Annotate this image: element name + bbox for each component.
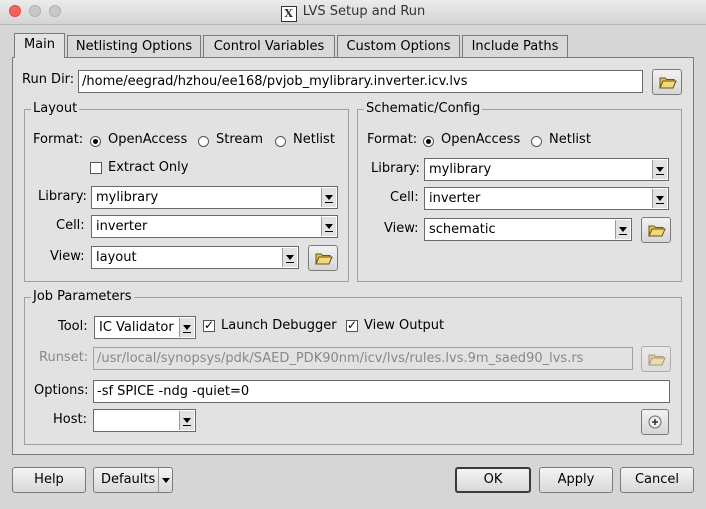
folder-open-icon	[648, 354, 666, 366]
layout-library-select[interactable]: mylibrary	[91, 186, 338, 209]
chevron-down-icon	[179, 411, 194, 430]
schematic-browse-button[interactable]	[641, 217, 671, 243]
view-output-label: View Output	[364, 318, 445, 333]
runset-label: Runset:	[39, 350, 89, 365]
schematic-library-select[interactable]: mylibrary	[424, 158, 669, 181]
chevron-down-icon	[321, 217, 336, 236]
schematic-cell-select[interactable]: inverter	[424, 187, 669, 210]
options-label: Options:	[34, 383, 89, 398]
layout-cell-select[interactable]: inverter	[91, 215, 338, 238]
extract-only-checkbox[interactable]	[90, 162, 102, 174]
run-dir-browse-button[interactable]	[652, 69, 682, 95]
layout-format-stream-label: Stream	[216, 132, 264, 147]
tab-main[interactable]: Main	[14, 33, 65, 58]
layout-cell-label: Cell:	[56, 218, 85, 233]
schematic-format-netlist-radio[interactable]	[531, 136, 542, 147]
job-parameters-title: Job Parameters	[31, 289, 134, 304]
tool-label: Tool:	[58, 319, 88, 334]
chevron-down-icon	[179, 318, 194, 337]
tab-include-paths[interactable]: Include Paths	[462, 35, 568, 57]
layout-format-netlist-radio[interactable]	[275, 136, 286, 147]
schematic-format-openaccess-radio[interactable]	[423, 136, 434, 147]
run-dir-label: Run Dir:	[22, 72, 75, 87]
schematic-view-select[interactable]: schematic	[424, 218, 632, 241]
chevron-down-icon	[321, 188, 336, 207]
layout-format-label: Format:	[33, 132, 84, 147]
host-label: Host:	[53, 412, 87, 427]
tab-control-variables[interactable]: Control Variables	[203, 35, 335, 57]
add-icon	[648, 415, 662, 429]
schematic-view-label: View:	[384, 221, 419, 236]
window-title-area: X LVS Setup and Run	[0, 0, 706, 24]
layout-group-title: Layout	[31, 101, 80, 116]
view-output-checkbox[interactable]	[346, 318, 358, 332]
layout-view-select[interactable]: layout	[91, 246, 299, 269]
ok-button[interactable]: OK	[455, 467, 531, 493]
launch-debugger-checkbox[interactable]	[203, 318, 215, 332]
layout-format-openaccess-radio[interactable]	[90, 136, 101, 147]
cancel-button[interactable]: Cancel	[620, 467, 694, 493]
schematic-cell-label: Cell:	[390, 190, 419, 205]
folder-open-icon	[315, 253, 333, 265]
chevron-down-icon	[652, 189, 667, 208]
options-input[interactable]: -sf SPICE -ndg -quiet=0	[93, 380, 670, 403]
schematic-group-title: Schematic/Config	[364, 101, 483, 116]
chevron-down-icon	[652, 160, 667, 179]
chevron-down-icon	[615, 220, 630, 239]
host-select[interactable]	[93, 409, 196, 432]
run-dir-input[interactable]: /home/eegrad/hzhou/ee168/pvjob_mylibrary…	[78, 70, 643, 93]
tab-netlisting-options[interactable]: Netlisting Options	[67, 35, 201, 57]
layout-view-label: View:	[50, 249, 85, 264]
runset-browse-button	[641, 346, 671, 372]
schematic-format-openaccess-label: OpenAccess	[441, 132, 521, 147]
layout-format-netlist-label: Netlist	[293, 132, 335, 147]
chevron-down-icon	[282, 248, 297, 267]
launch-debugger-label: Launch Debugger	[221, 318, 337, 333]
layout-browse-button[interactable]	[308, 245, 338, 271]
apply-button[interactable]: Apply	[539, 467, 613, 493]
schematic-format-netlist-label: Netlist	[549, 132, 591, 147]
layout-format-stream-radio[interactable]	[198, 136, 209, 147]
folder-open-icon	[659, 77, 677, 89]
window-title: LVS Setup and Run	[302, 4, 426, 19]
folder-open-icon	[648, 225, 666, 237]
x11-icon: X	[280, 6, 297, 22]
tab-custom-options[interactable]: Custom Options	[337, 35, 460, 57]
schematic-library-label: Library:	[371, 161, 420, 176]
layout-format-openaccess-label: OpenAccess	[108, 132, 188, 147]
extract-only-label: Extract Only	[108, 160, 189, 175]
chevron-down-icon	[162, 478, 170, 483]
runset-input: /usr/local/synopsys/pdk/SAED_PDK90nm/icv…	[93, 347, 633, 370]
defaults-divider	[158, 468, 159, 492]
schematic-format-label: Format:	[367, 132, 418, 147]
tool-select[interactable]: IC Validator	[94, 316, 196, 339]
defaults-button[interactable]: Defaults	[93, 467, 173, 493]
layout-library-label: Library:	[38, 189, 87, 204]
help-button[interactable]: Help	[12, 467, 86, 493]
host-add-button[interactable]	[641, 409, 669, 435]
